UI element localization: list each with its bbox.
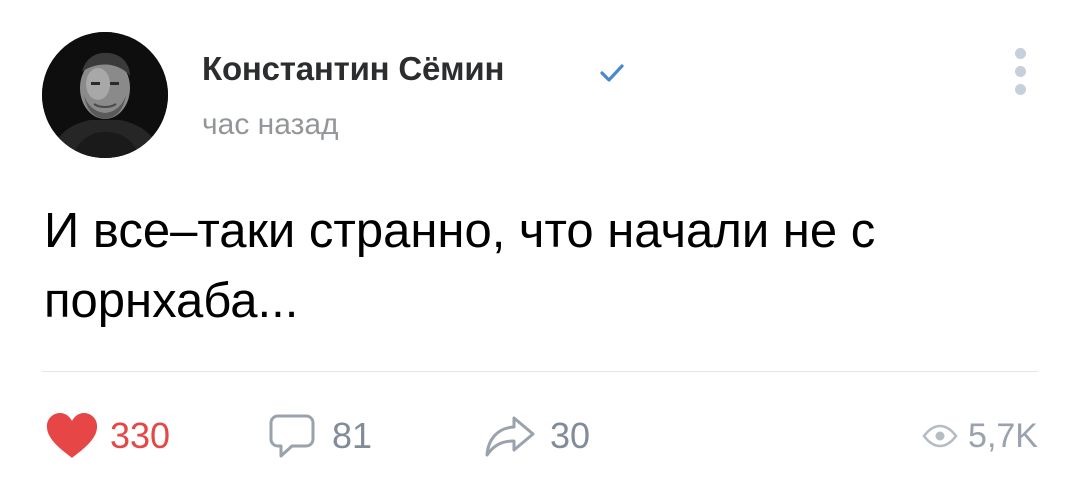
- avatar-image: [42, 32, 168, 158]
- share-arrow-icon: [485, 416, 535, 457]
- comment-button[interactable]: 81: [268, 410, 372, 462]
- author-name[interactable]: Константин Сёмин: [202, 50, 504, 88]
- views-counter: 5,7K: [922, 410, 1038, 462]
- divider: [42, 371, 1038, 372]
- more-options-button[interactable]: [1004, 44, 1038, 100]
- post-time[interactable]: час назад: [202, 108, 339, 142]
- eye-icon: [922, 424, 958, 448]
- wall-post: Константин Сёмин час назад И все–таки ст…: [0, 0, 1078, 499]
- shares-count: 30: [550, 415, 591, 456]
- views-count: 5,7K: [968, 417, 1038, 455]
- author-avatar[interactable]: [42, 32, 168, 158]
- comment-icon: [269, 414, 315, 458]
- post-text: И все–таки странно, что начали не с порн…: [44, 204, 876, 328]
- comments-count: 81: [332, 415, 373, 456]
- share-button[interactable]: 30: [484, 410, 590, 462]
- more-dot-icon: [1015, 84, 1026, 95]
- more-dot-icon: [1015, 66, 1026, 77]
- like-button[interactable]: 330: [44, 410, 170, 462]
- verified-check-icon: [600, 64, 624, 82]
- heart-icon: [46, 413, 98, 458]
- likes-count: 330: [110, 415, 171, 456]
- more-dot-icon: [1015, 48, 1026, 59]
